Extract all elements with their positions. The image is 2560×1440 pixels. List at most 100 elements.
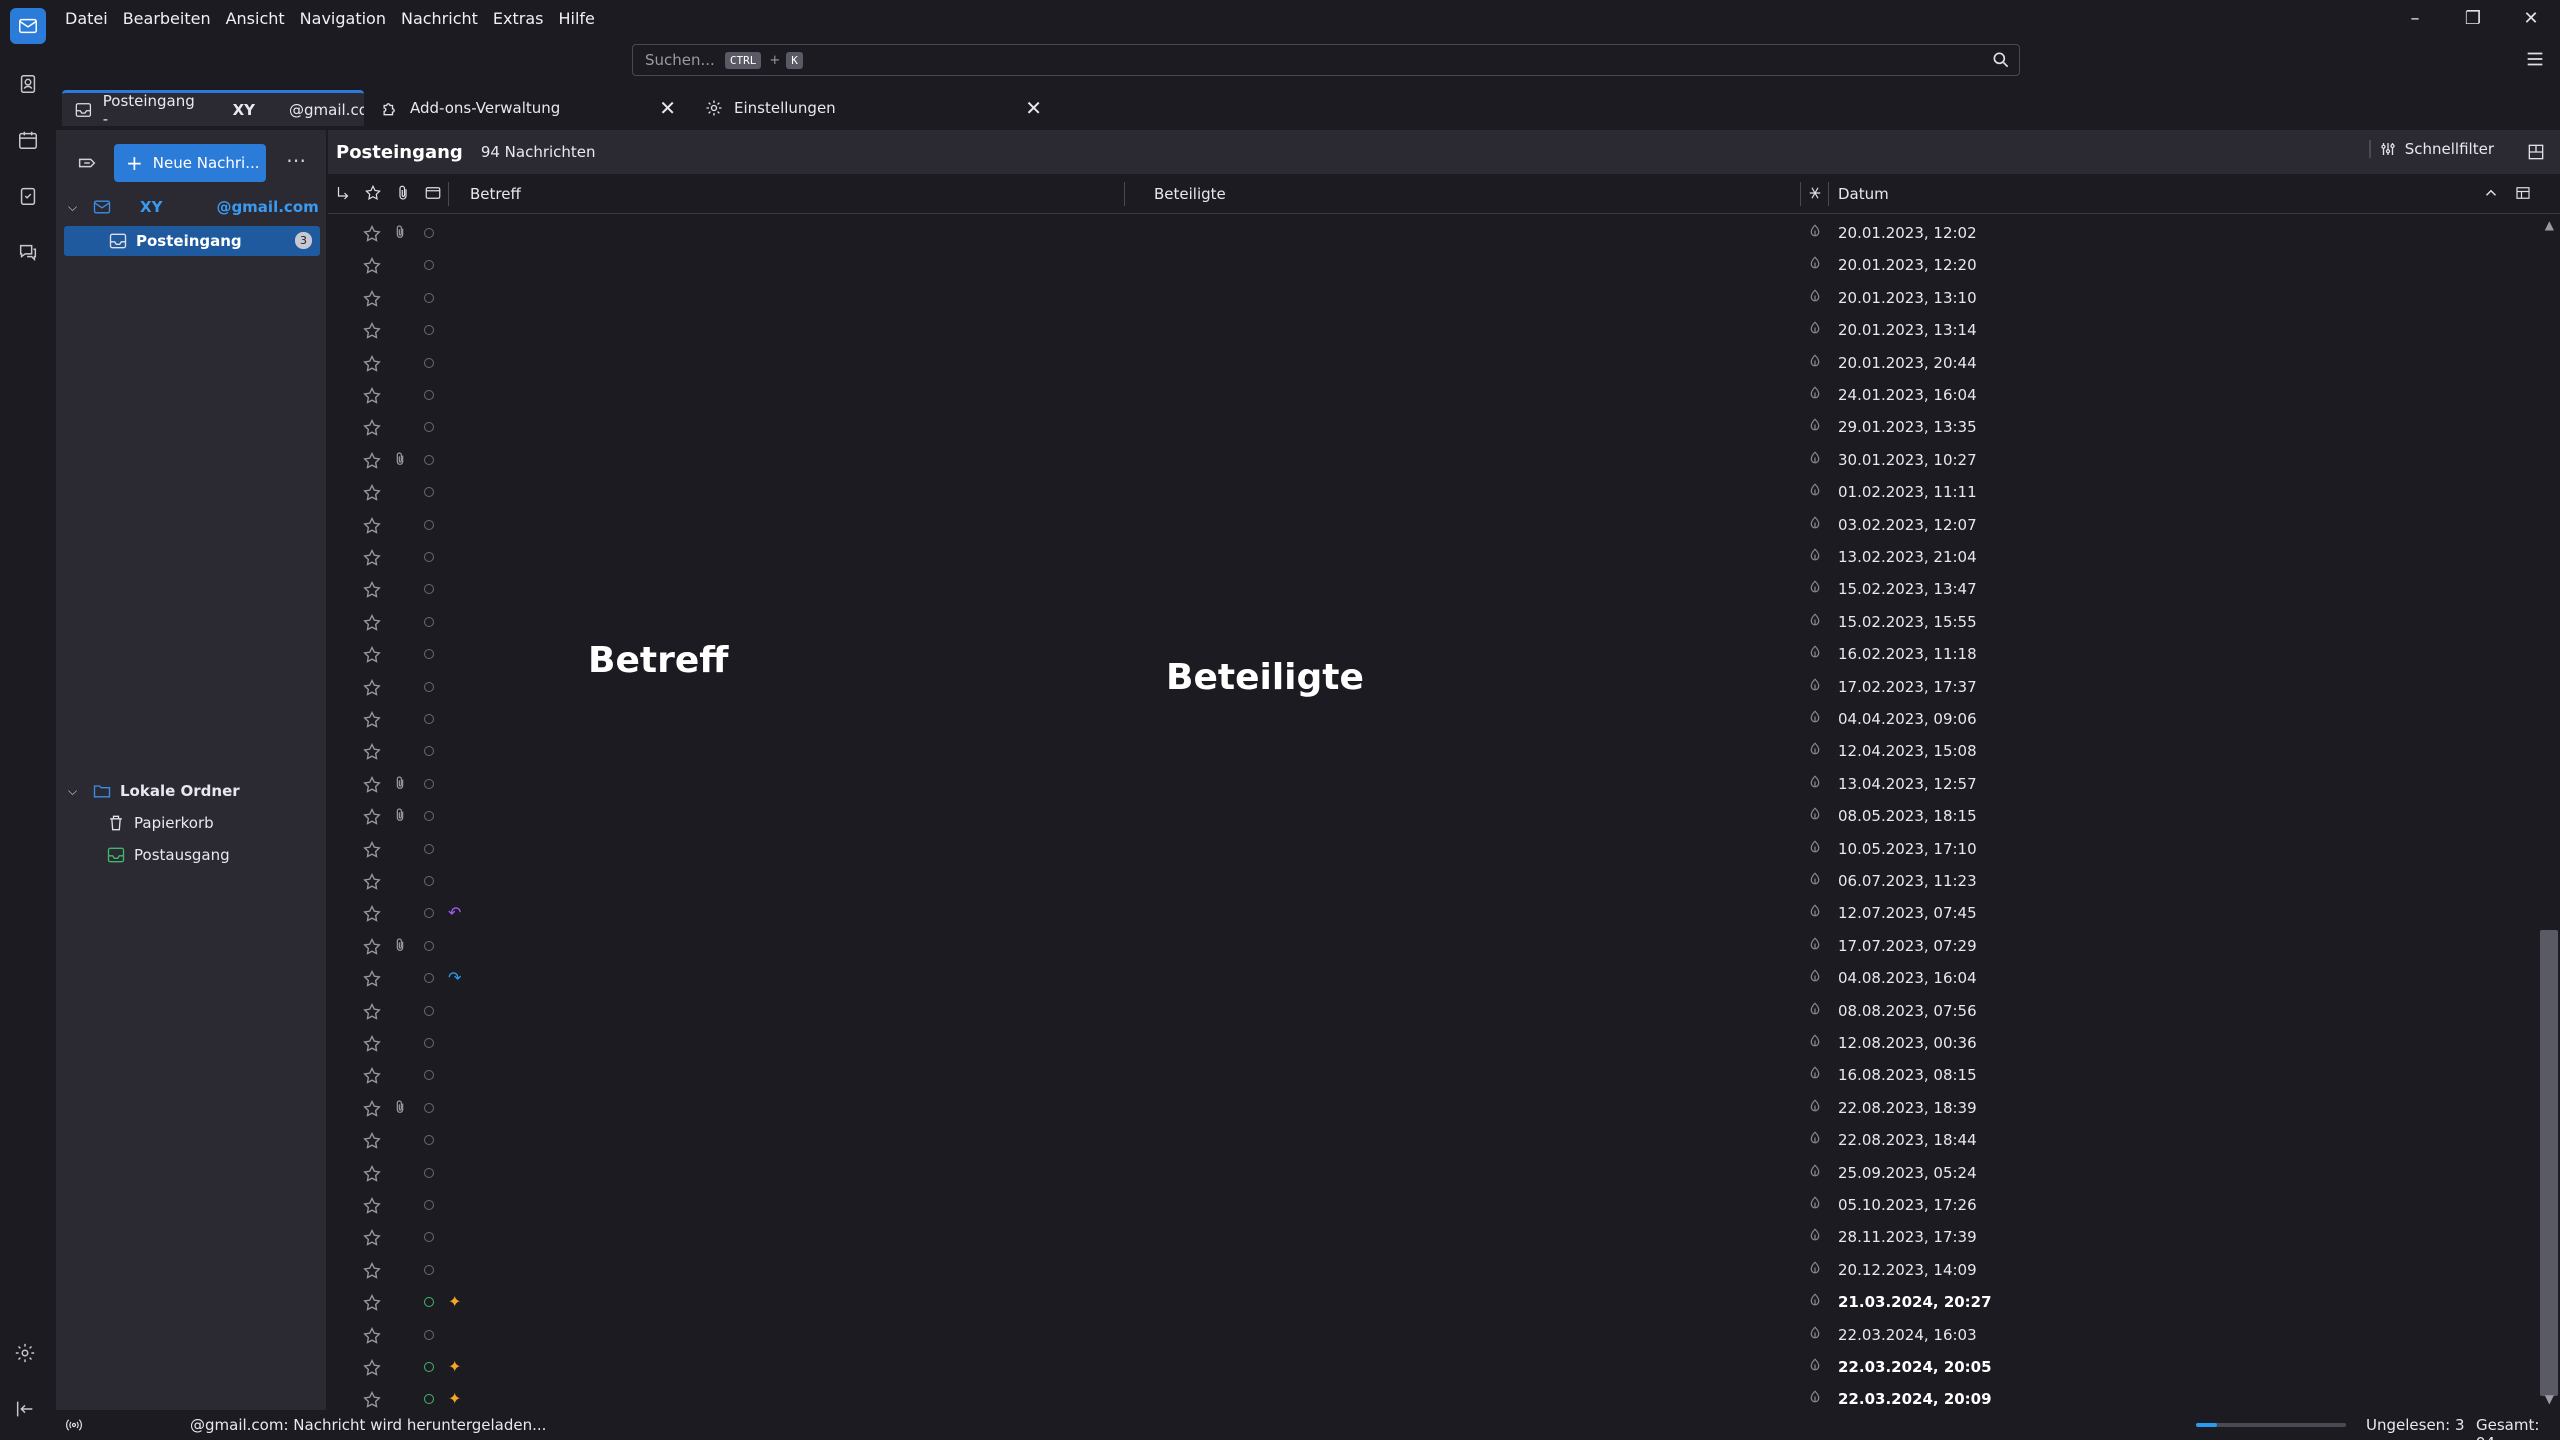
tasks-button[interactable]: [10, 178, 46, 214]
star-icon[interactable]: [362, 321, 382, 341]
junk-status-icon[interactable]: [1806, 1227, 1824, 1247]
table-row[interactable]: 15.02.2023, 13:47: [328, 573, 2538, 605]
star-icon[interactable]: [362, 354, 382, 374]
junk-status-icon[interactable]: [1806, 839, 1824, 859]
attachment-column-icon[interactable]: [394, 184, 412, 202]
menu-hilfe[interactable]: Hilfe: [559, 9, 595, 28]
column-picker-icon[interactable]: [2514, 184, 2532, 202]
star-icon[interactable]: [362, 224, 382, 244]
read-status-dot[interactable]: [424, 357, 434, 368]
folder-trash[interactable]: Papierkorb: [62, 808, 320, 838]
junk-status-icon[interactable]: [1806, 1065, 1824, 1085]
table-row[interactable]: 20.01.2023, 20:44: [328, 347, 2538, 379]
chevron-down-icon[interactable]: ⌵: [68, 784, 84, 799]
table-row[interactable]: 13.02.2023, 21:04: [328, 541, 2538, 573]
settings-gear-icon[interactable]: [14, 1342, 36, 1364]
star-icon[interactable]: [362, 807, 382, 827]
menu-datei[interactable]: Datei: [65, 9, 108, 28]
star-icon[interactable]: [362, 1293, 382, 1313]
junk-status-icon[interactable]: [1806, 385, 1824, 405]
star-icon[interactable]: [362, 1002, 382, 1022]
junk-status-icon[interactable]: [1806, 936, 1824, 956]
table-row[interactable]: 20.01.2023, 12:20: [328, 249, 2538, 281]
table-row[interactable]: 30.01.2023, 10:27: [328, 444, 2538, 476]
close-tab-addons-icon[interactable]: ✕: [659, 96, 676, 120]
column-subject[interactable]: Betreff: [470, 185, 521, 203]
read-status-dot[interactable]: [424, 422, 434, 433]
table-row[interactable]: 04.04.2023, 09:06: [328, 703, 2538, 735]
star-icon[interactable]: [362, 548, 382, 568]
table-row[interactable]: 10.05.2023, 17:10: [328, 833, 2538, 865]
table-row[interactable]: 05.10.2023, 17:26: [328, 1189, 2538, 1221]
tab-inbox[interactable]: Posteingang - XY @gmail.com: [62, 90, 364, 128]
read-status-column-icon[interactable]: [424, 184, 442, 202]
table-row[interactable]: 15.02.2023, 15:55: [328, 606, 2538, 638]
table-row[interactable]: 22.08.2023, 18:39: [328, 1092, 2538, 1124]
star-icon[interactable]: [362, 775, 382, 795]
table-row[interactable]: 22.03.2024, 16:03: [328, 1319, 2538, 1351]
star-icon[interactable]: [362, 1066, 382, 1086]
folder-inbox[interactable]: Posteingang 3: [64, 226, 320, 256]
star-icon[interactable]: [362, 256, 382, 276]
junk-status-icon[interactable]: [1806, 644, 1824, 664]
star-icon[interactable]: [362, 1358, 382, 1378]
star-icon[interactable]: [362, 1131, 382, 1151]
table-row[interactable]: ↶ 12.07.2023, 07:45: [328, 897, 2538, 929]
star-icon[interactable]: [362, 645, 382, 665]
table-row[interactable]: 20.01.2023, 13:10: [328, 282, 2538, 314]
get-messages-icon[interactable]: [76, 152, 98, 174]
read-status-dot[interactable]: [424, 940, 434, 951]
star-icon[interactable]: [362, 1196, 382, 1216]
tab-addons[interactable]: Add-ons-Verwaltung ✕: [368, 90, 686, 126]
read-status-dot[interactable]: [424, 649, 434, 660]
star-icon[interactable]: [362, 1164, 382, 1184]
scrollbar-thumb[interactable]: [2540, 930, 2558, 1396]
sort-ascending-icon[interactable]: [2482, 184, 2500, 202]
junk-status-icon[interactable]: [1806, 223, 1824, 243]
star-icon[interactable]: [362, 386, 382, 406]
junk-status-icon[interactable]: [1806, 482, 1824, 502]
table-row[interactable]: 01.02.2023, 11:11: [328, 476, 2538, 508]
table-row[interactable]: 24.01.2023, 16:04: [328, 379, 2538, 411]
junk-status-icon[interactable]: [1806, 1325, 1824, 1345]
read-status-dot[interactable]: [424, 876, 434, 886]
star-icon[interactable]: [362, 1261, 382, 1281]
read-status-dot[interactable]: [424, 454, 434, 465]
junk-status-icon[interactable]: [1806, 288, 1824, 308]
junk-column-icon[interactable]: [1806, 184, 1824, 202]
star-icon[interactable]: [362, 742, 382, 762]
read-status-dot[interactable]: [424, 1264, 434, 1275]
junk-status-icon[interactable]: [1806, 1389, 1824, 1409]
star-icon[interactable]: [362, 289, 382, 309]
menu-nachricht[interactable]: Nachricht: [401, 9, 478, 28]
junk-status-icon[interactable]: [1806, 871, 1824, 891]
junk-status-icon[interactable]: [1806, 774, 1824, 794]
table-row[interactable]: 29.01.2023, 13:35: [328, 411, 2538, 443]
junk-status-icon[interactable]: [1806, 1033, 1824, 1053]
read-status-dot[interactable]: [424, 487, 434, 498]
table-row[interactable]: 20.01.2023, 12:02: [328, 217, 2538, 249]
folder-local[interactable]: ⌵ Lokale Ordner: [62, 776, 320, 806]
column-correspondents[interactable]: Beteiligte: [1154, 185, 1226, 203]
star-icon[interactable]: [362, 516, 382, 536]
star-icon[interactable]: [362, 969, 382, 989]
junk-status-icon[interactable]: [1806, 255, 1824, 275]
junk-status-icon[interactable]: [1806, 968, 1824, 988]
junk-status-icon[interactable]: [1806, 1357, 1824, 1377]
read-status-dot[interactable]: [424, 552, 434, 562]
read-status-dot[interactable]: [424, 616, 434, 627]
read-status-dot[interactable]: [424, 973, 434, 984]
junk-status-icon[interactable]: [1806, 515, 1824, 535]
online-status-icon[interactable]: [64, 1416, 84, 1434]
new-message-button[interactable]: + Neue Nachri...: [114, 144, 266, 182]
table-row[interactable]: 22.08.2023, 18:44: [328, 1124, 2538, 1156]
read-status-dot[interactable]: [424, 1200, 434, 1210]
read-status-dot[interactable]: [424, 1135, 434, 1146]
star-icon[interactable]: [362, 937, 382, 957]
read-status-dot[interactable]: [424, 292, 434, 303]
junk-status-icon[interactable]: [1806, 1163, 1824, 1183]
table-row[interactable]: 28.11.2023, 17:39: [328, 1221, 2538, 1253]
read-status-dot[interactable]: [424, 1070, 434, 1081]
junk-status-icon[interactable]: [1806, 677, 1824, 697]
display-options-icon[interactable]: [2526, 142, 2546, 162]
